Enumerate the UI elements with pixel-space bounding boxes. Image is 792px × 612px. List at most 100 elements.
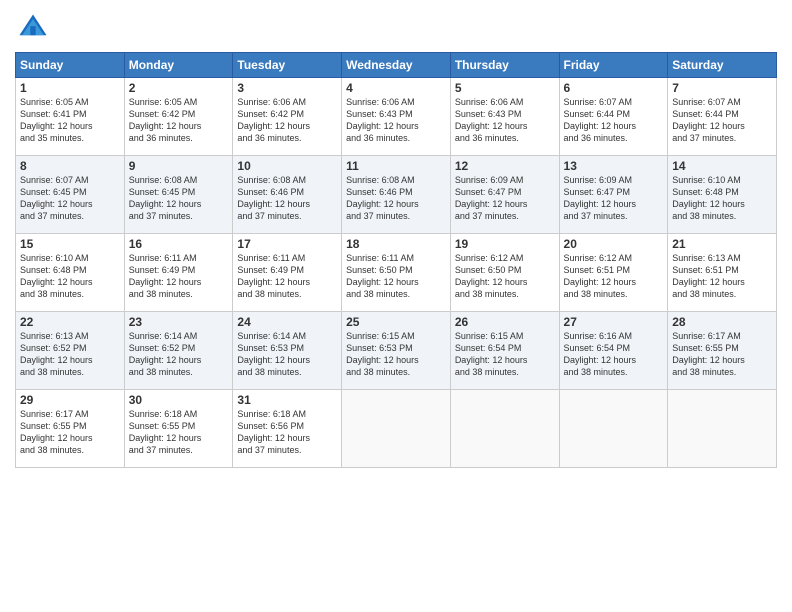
day-number: 2 [129, 81, 229, 95]
day-number: 17 [237, 237, 337, 251]
day-info: Sunrise: 6:09 AM Sunset: 6:47 PM Dayligh… [564, 174, 664, 223]
day-info: Sunrise: 6:09 AM Sunset: 6:47 PM Dayligh… [455, 174, 555, 223]
calendar-cell [450, 390, 559, 468]
day-info: Sunrise: 6:14 AM Sunset: 6:52 PM Dayligh… [129, 330, 229, 379]
day-info: Sunrise: 6:10 AM Sunset: 6:48 PM Dayligh… [672, 174, 772, 223]
day-number: 26 [455, 315, 555, 329]
day-number: 4 [346, 81, 446, 95]
calendar-cell: 25Sunrise: 6:15 AM Sunset: 6:53 PM Dayli… [342, 312, 451, 390]
calendar-week-row: 8Sunrise: 6:07 AM Sunset: 6:45 PM Daylig… [16, 156, 777, 234]
calendar-cell: 9Sunrise: 6:08 AM Sunset: 6:45 PM Daylig… [124, 156, 233, 234]
calendar-cell: 1Sunrise: 6:05 AM Sunset: 6:41 PM Daylig… [16, 78, 125, 156]
calendar-cell: 6Sunrise: 6:07 AM Sunset: 6:44 PM Daylig… [559, 78, 668, 156]
calendar-table: SundayMondayTuesdayWednesdayThursdayFrid… [15, 52, 777, 468]
day-info: Sunrise: 6:17 AM Sunset: 6:55 PM Dayligh… [20, 408, 120, 457]
day-info: Sunrise: 6:05 AM Sunset: 6:41 PM Dayligh… [20, 96, 120, 145]
calendar-cell: 15Sunrise: 6:10 AM Sunset: 6:48 PM Dayli… [16, 234, 125, 312]
calendar-cell: 27Sunrise: 6:16 AM Sunset: 6:54 PM Dayli… [559, 312, 668, 390]
day-info: Sunrise: 6:06 AM Sunset: 6:43 PM Dayligh… [346, 96, 446, 145]
calendar-cell: 2Sunrise: 6:05 AM Sunset: 6:42 PM Daylig… [124, 78, 233, 156]
calendar-cell: 31Sunrise: 6:18 AM Sunset: 6:56 PM Dayli… [233, 390, 342, 468]
calendar-cell: 4Sunrise: 6:06 AM Sunset: 6:43 PM Daylig… [342, 78, 451, 156]
day-info: Sunrise: 6:11 AM Sunset: 6:49 PM Dayligh… [237, 252, 337, 301]
calendar-cell [342, 390, 451, 468]
calendar-cell: 19Sunrise: 6:12 AM Sunset: 6:50 PM Dayli… [450, 234, 559, 312]
page: SundayMondayTuesdayWednesdayThursdayFrid… [0, 0, 792, 612]
calendar-cell: 12Sunrise: 6:09 AM Sunset: 6:47 PM Dayli… [450, 156, 559, 234]
weekday-header: Tuesday [233, 53, 342, 78]
calendar-cell: 16Sunrise: 6:11 AM Sunset: 6:49 PM Dayli… [124, 234, 233, 312]
weekday-header: Friday [559, 53, 668, 78]
weekday-header: Thursday [450, 53, 559, 78]
day-info: Sunrise: 6:05 AM Sunset: 6:42 PM Dayligh… [129, 96, 229, 145]
calendar-cell: 30Sunrise: 6:18 AM Sunset: 6:55 PM Dayli… [124, 390, 233, 468]
day-number: 28 [672, 315, 772, 329]
day-number: 24 [237, 315, 337, 329]
calendar-header-row: SundayMondayTuesdayWednesdayThursdayFrid… [16, 53, 777, 78]
calendar-cell: 18Sunrise: 6:11 AM Sunset: 6:50 PM Dayli… [342, 234, 451, 312]
day-number: 29 [20, 393, 120, 407]
day-info: Sunrise: 6:15 AM Sunset: 6:53 PM Dayligh… [346, 330, 446, 379]
day-info: Sunrise: 6:11 AM Sunset: 6:50 PM Dayligh… [346, 252, 446, 301]
day-number: 27 [564, 315, 664, 329]
day-info: Sunrise: 6:12 AM Sunset: 6:50 PM Dayligh… [455, 252, 555, 301]
day-info: Sunrise: 6:11 AM Sunset: 6:49 PM Dayligh… [129, 252, 229, 301]
calendar-cell: 24Sunrise: 6:14 AM Sunset: 6:53 PM Dayli… [233, 312, 342, 390]
calendar-cell: 10Sunrise: 6:08 AM Sunset: 6:46 PM Dayli… [233, 156, 342, 234]
calendar-cell: 20Sunrise: 6:12 AM Sunset: 6:51 PM Dayli… [559, 234, 668, 312]
calendar-cell: 11Sunrise: 6:08 AM Sunset: 6:46 PM Dayli… [342, 156, 451, 234]
calendar-cell: 26Sunrise: 6:15 AM Sunset: 6:54 PM Dayli… [450, 312, 559, 390]
calendar-week-row: 22Sunrise: 6:13 AM Sunset: 6:52 PM Dayli… [16, 312, 777, 390]
calendar-cell: 23Sunrise: 6:14 AM Sunset: 6:52 PM Dayli… [124, 312, 233, 390]
day-number: 11 [346, 159, 446, 173]
day-number: 3 [237, 81, 337, 95]
day-info: Sunrise: 6:07 AM Sunset: 6:44 PM Dayligh… [672, 96, 772, 145]
day-info: Sunrise: 6:14 AM Sunset: 6:53 PM Dayligh… [237, 330, 337, 379]
header [15, 10, 777, 46]
calendar-week-row: 15Sunrise: 6:10 AM Sunset: 6:48 PM Dayli… [16, 234, 777, 312]
calendar-cell: 22Sunrise: 6:13 AM Sunset: 6:52 PM Dayli… [16, 312, 125, 390]
calendar-cell: 7Sunrise: 6:07 AM Sunset: 6:44 PM Daylig… [668, 78, 777, 156]
day-number: 16 [129, 237, 229, 251]
day-number: 31 [237, 393, 337, 407]
day-info: Sunrise: 6:13 AM Sunset: 6:52 PM Dayligh… [20, 330, 120, 379]
weekday-header: Saturday [668, 53, 777, 78]
day-number: 30 [129, 393, 229, 407]
day-number: 23 [129, 315, 229, 329]
calendar-cell [668, 390, 777, 468]
day-info: Sunrise: 6:06 AM Sunset: 6:43 PM Dayligh… [455, 96, 555, 145]
day-number: 7 [672, 81, 772, 95]
day-info: Sunrise: 6:07 AM Sunset: 6:44 PM Dayligh… [564, 96, 664, 145]
day-number: 15 [20, 237, 120, 251]
day-number: 8 [20, 159, 120, 173]
day-number: 18 [346, 237, 446, 251]
calendar-cell: 8Sunrise: 6:07 AM Sunset: 6:45 PM Daylig… [16, 156, 125, 234]
logo-icon [15, 10, 51, 46]
logo [15, 10, 55, 46]
day-info: Sunrise: 6:13 AM Sunset: 6:51 PM Dayligh… [672, 252, 772, 301]
day-number: 13 [564, 159, 664, 173]
day-info: Sunrise: 6:08 AM Sunset: 6:46 PM Dayligh… [346, 174, 446, 223]
day-info: Sunrise: 6:10 AM Sunset: 6:48 PM Dayligh… [20, 252, 120, 301]
calendar-cell: 21Sunrise: 6:13 AM Sunset: 6:51 PM Dayli… [668, 234, 777, 312]
day-number: 21 [672, 237, 772, 251]
weekday-header: Monday [124, 53, 233, 78]
weekday-header: Sunday [16, 53, 125, 78]
calendar-week-row: 1Sunrise: 6:05 AM Sunset: 6:41 PM Daylig… [16, 78, 777, 156]
day-info: Sunrise: 6:18 AM Sunset: 6:56 PM Dayligh… [237, 408, 337, 457]
calendar-cell: 3Sunrise: 6:06 AM Sunset: 6:42 PM Daylig… [233, 78, 342, 156]
day-number: 12 [455, 159, 555, 173]
day-info: Sunrise: 6:07 AM Sunset: 6:45 PM Dayligh… [20, 174, 120, 223]
day-number: 22 [20, 315, 120, 329]
day-number: 9 [129, 159, 229, 173]
calendar-cell [559, 390, 668, 468]
calendar-cell: 29Sunrise: 6:17 AM Sunset: 6:55 PM Dayli… [16, 390, 125, 468]
day-info: Sunrise: 6:12 AM Sunset: 6:51 PM Dayligh… [564, 252, 664, 301]
day-number: 19 [455, 237, 555, 251]
day-number: 1 [20, 81, 120, 95]
weekday-header: Wednesday [342, 53, 451, 78]
day-info: Sunrise: 6:16 AM Sunset: 6:54 PM Dayligh… [564, 330, 664, 379]
day-number: 20 [564, 237, 664, 251]
day-info: Sunrise: 6:17 AM Sunset: 6:55 PM Dayligh… [672, 330, 772, 379]
calendar-cell: 14Sunrise: 6:10 AM Sunset: 6:48 PM Dayli… [668, 156, 777, 234]
